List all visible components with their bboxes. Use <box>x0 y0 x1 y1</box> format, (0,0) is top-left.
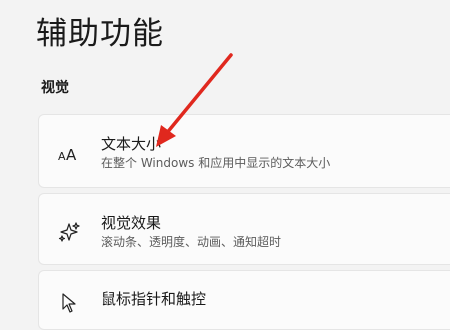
visual-effects-description: 滚动条、透明度、动画、通知超时 <box>101 235 282 249</box>
text-size-label: 文本大小 <box>101 135 162 153</box>
setting-card-visual-effects[interactable]: 视觉效果 滚动条、透明度、动画、通知超时 <box>38 193 450 265</box>
setting-card-text-size[interactable]: A A 文本大小 在整个 Windows 和应用中显示的文本大小 <box>38 114 450 188</box>
svg-text:A: A <box>66 146 77 164</box>
visual-effects-label: 视觉效果 <box>101 214 162 232</box>
mouse-pointer-icon <box>57 291 81 315</box>
mouse-pointer-label: 鼠标指针和触控 <box>101 290 207 308</box>
page-title: 辅助功能 <box>36 16 164 52</box>
text-size-icon: A A <box>57 141 81 165</box>
section-title-vision: 视觉 <box>41 80 69 96</box>
visual-effects-icon <box>57 220 81 244</box>
setting-card-mouse-pointer[interactable]: 鼠标指针和触控 <box>38 270 450 330</box>
svg-text:A: A <box>58 150 66 163</box>
text-size-description: 在整个 Windows 和应用中显示的文本大小 <box>101 156 331 170</box>
